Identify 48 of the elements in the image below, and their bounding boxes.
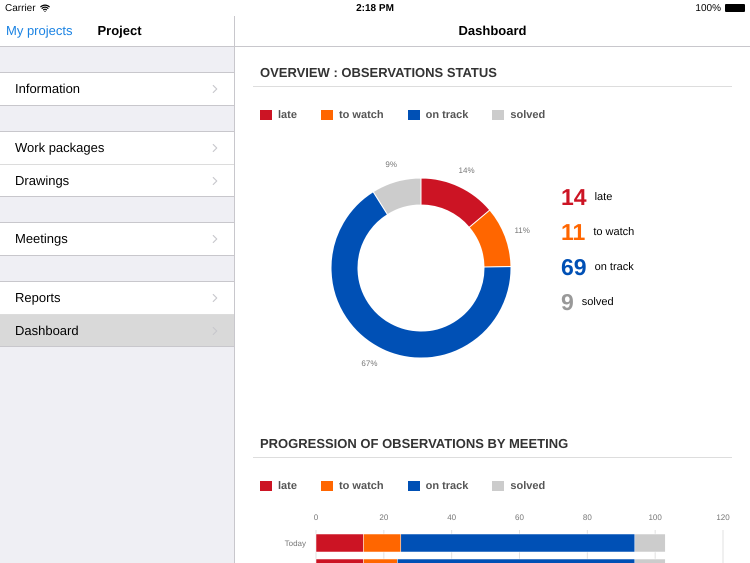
legend-label: solved [510, 478, 546, 494]
legend-swatch [260, 480, 272, 491]
legend-swatch [492, 110, 504, 120]
battery-label: 100% [695, 2, 721, 16]
legend-swatch [408, 110, 420, 120]
total-label: late [594, 190, 612, 206]
axis-tick-label: 20 [379, 513, 388, 522]
back-link[interactable]: My projects [6, 21, 72, 41]
legend-swatch [408, 480, 420, 491]
axis-tick-label: 80 [582, 513, 592, 522]
sidebar-item[interactable]: Dashboard [0, 314, 234, 346]
legend-label: late [278, 478, 297, 494]
total-count: 69 [561, 255, 587, 280]
carrier-label: Carrier [5, 2, 36, 16]
legend-label: on track [426, 108, 468, 122]
legend-label: on track [426, 478, 468, 494]
bar-segment [316, 534, 364, 552]
total-count: 14 [561, 185, 587, 210]
slice-label: 67% [361, 358, 378, 368]
total-label: to watch [593, 225, 634, 240]
legend-label: to watch [338, 478, 384, 494]
category-label: Today [284, 539, 306, 548]
page-title: Dashboard [458, 22, 526, 40]
axis-tick-label: 120 [716, 513, 730, 522]
legend-swatch [320, 110, 333, 120]
slice-label: 9% [385, 160, 397, 170]
axis-tick-label: 40 [447, 513, 456, 522]
total-count: 11 [561, 220, 586, 245]
legend-swatch [320, 480, 333, 491]
total-label: on track [594, 260, 634, 276]
sidebar-title: Project [97, 22, 142, 40]
total-count: 9 [561, 290, 574, 315]
wifi-icon [40, 3, 50, 13]
legend-label: solved [510, 108, 546, 122]
slice-label: 14% [458, 166, 475, 176]
legend-swatch [492, 480, 504, 491]
axis-tick-label: 0 [314, 513, 318, 522]
status-time: 2:18 PM [356, 2, 394, 16]
legend-swatch [260, 110, 272, 120]
axis-tick-label: 100 [648, 513, 662, 522]
battery-icon [725, 4, 745, 12]
legend-label: late [278, 108, 297, 122]
section-heading: OVERVIEW : OBSERVATIONS STATUS [253, 63, 732, 86]
axis-tick-label: 60 [515, 513, 524, 522]
legend-label: to watch [338, 108, 384, 122]
slice-label: 11% [514, 226, 530, 236]
section-heading: PROGRESSION OF OBSERVATIONS BY MEETING [253, 434, 732, 458]
total-label: solved [582, 295, 614, 310]
